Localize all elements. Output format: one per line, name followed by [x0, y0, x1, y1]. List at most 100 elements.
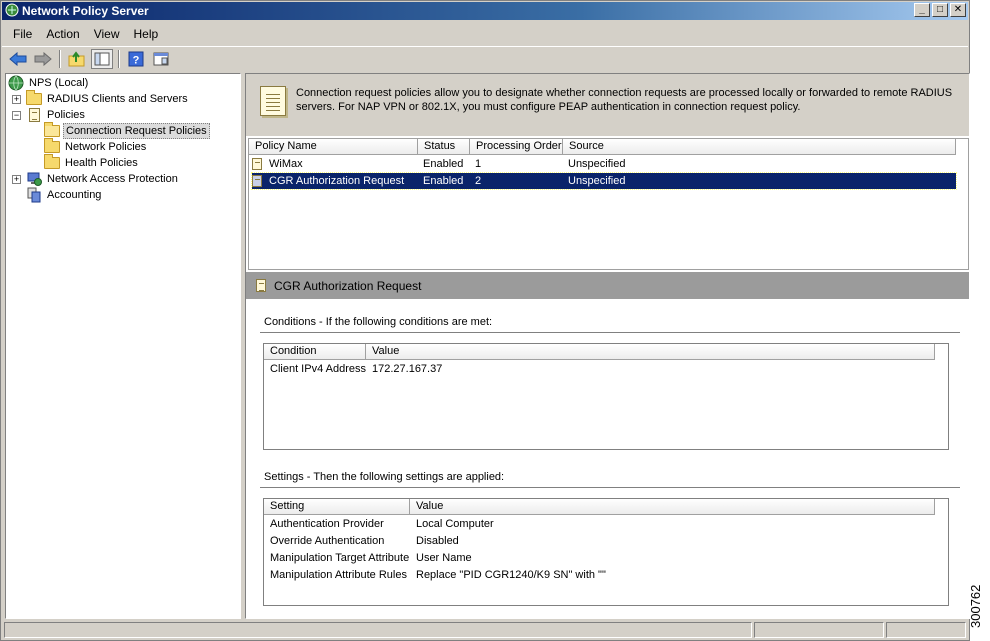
status-panel: [4, 622, 752, 638]
column-header-setting[interactable]: Setting: [264, 499, 410, 515]
condition-row[interactable]: Client IPv4 Address 172.27.167.37: [264, 360, 948, 377]
collapse-toggle[interactable]: −: [12, 111, 21, 120]
settings-grid: Setting Value Authentication Provider Lo…: [263, 498, 949, 606]
column-header-policy-name[interactable]: Policy Name: [249, 139, 418, 155]
nps-app-icon: [5, 3, 19, 20]
column-header-value[interactable]: Value: [410, 499, 935, 515]
forward-icon[interactable]: [32, 49, 54, 69]
setting-name: Manipulation Target Attribute: [270, 551, 410, 564]
tree-label: RADIUS Clients and Servers: [47, 93, 188, 105]
policy-document-icon: [26, 108, 42, 122]
figure-id: 300762: [968, 584, 983, 628]
details-title: CGR Authorization Request: [274, 278, 422, 293]
status-panel: [754, 622, 884, 638]
tree-item-network-policies[interactable]: Network Policies: [44, 138, 148, 155]
menu-file[interactable]: File: [6, 27, 39, 41]
column-header-value[interactable]: Value: [366, 344, 935, 360]
column-header-processing-order[interactable]: Processing Order: [470, 139, 563, 155]
maximize-button[interactable]: □: [932, 3, 948, 17]
setting-row[interactable]: Override Authentication Disabled: [264, 532, 948, 549]
tree-label: Accounting: [47, 189, 102, 201]
condition-name: Client IPv4 Address: [270, 362, 366, 375]
setting-value: Local Computer: [416, 517, 494, 530]
policy-status: Enabled: [423, 158, 464, 170]
policy-icon: [252, 157, 266, 171]
divider: [260, 487, 960, 489]
tree-label: Policies: [47, 109, 85, 121]
expand-toggle[interactable]: +: [12, 95, 21, 104]
policy-name: WiMax: [269, 158, 303, 170]
setting-value: User Name: [416, 551, 472, 564]
column-header-source[interactable]: Source: [563, 139, 956, 155]
setting-name: Manipulation Attribute Rules: [270, 568, 407, 581]
tree-label: NPS (Local): [29, 77, 89, 89]
tree-item-policies[interactable]: Policies: [26, 107, 87, 123]
minimize-button[interactable]: _: [914, 3, 930, 17]
policy-source: Unspecified: [568, 158, 626, 170]
tree-item-health-policies[interactable]: Health Policies: [44, 154, 140, 171]
result-pane: Connection request policies allow you to…: [245, 73, 970, 619]
policy-order: 1: [475, 158, 482, 170]
tree-item-radius-clients[interactable]: RADIUS Clients and Servers: [26, 90, 190, 107]
menu-help[interactable]: Help: [127, 27, 166, 41]
accounting-icon: [26, 187, 42, 203]
settings-heading: Settings - Then the following settings a…: [264, 471, 505, 483]
help-icon[interactable]: ?: [125, 49, 147, 69]
globe-server-icon: [8, 75, 24, 91]
policy-row-selected[interactable]: CGR Authorization Request Enabled 2 Unsp…: [251, 172, 957, 190]
tree-item-network-access-protection[interactable]: Network Access Protection: [26, 171, 180, 187]
policy-row[interactable]: WiMax Enabled 1 Unspecified: [252, 156, 956, 172]
window-title: Network Policy Server: [22, 4, 149, 18]
column-header-condition[interactable]: Condition: [264, 344, 366, 360]
policy-order: 2: [475, 175, 482, 187]
toolbar: ?: [2, 46, 968, 70]
tree-label: Connection Request Policies: [63, 123, 210, 139]
title-bar[interactable]: Network Policy Server _ □ ✕: [2, 2, 968, 20]
conditions-heading: Conditions - If the following conditions…: [264, 316, 493, 328]
policy-icon: [256, 279, 266, 292]
expand-toggle[interactable]: +: [12, 175, 21, 184]
status-bar: [2, 621, 968, 639]
folder-icon: [44, 154, 60, 170]
setting-row[interactable]: Authentication Provider Local Computer: [264, 515, 948, 532]
divider: [260, 332, 960, 334]
setting-name: Authentication Provider: [270, 517, 384, 530]
info-banner: Connection request policies allow you to…: [246, 74, 969, 136]
toolbar-separator: [59, 49, 61, 68]
policy-source: Unspecified: [568, 175, 626, 187]
policy-icon: [252, 174, 266, 188]
back-icon[interactable]: [7, 49, 29, 69]
tree-label: Network Access Protection: [47, 173, 178, 185]
show-hide-tree-icon[interactable]: [91, 48, 113, 69]
condition-value: 172.27.167.37: [372, 362, 443, 375]
menu-action[interactable]: Action: [39, 27, 86, 41]
conditions-grid: Condition Value Client IPv4 Address 172.…: [263, 343, 949, 450]
setting-row[interactable]: Manipulation Target Attribute User Name: [264, 549, 948, 566]
policy-list-header: Policy Name Status Processing Order Sour…: [249, 139, 968, 155]
conditions-grid-header: Condition Value: [264, 344, 948, 360]
properties-icon[interactable]: [150, 49, 172, 69]
setting-name: Override Authentication: [270, 534, 385, 547]
toolbar-separator: [118, 49, 120, 68]
info-text: Connection request policies allow you to…: [296, 87, 953, 113]
setting-value: Replace "PID CGR1240/K9 SN" with "": [416, 568, 606, 581]
tree-label: Network Policies: [65, 141, 147, 153]
tree-item-accounting[interactable]: Accounting: [26, 187, 103, 203]
details-pane: CGR Authorization Request Conditions - I…: [246, 272, 969, 618]
open-folder-icon: [44, 122, 60, 138]
close-button[interactable]: ✕: [950, 3, 966, 17]
menu-view[interactable]: View: [87, 27, 127, 41]
folder-icon: [26, 90, 42, 106]
policy-status: Enabled: [423, 175, 464, 187]
policy-scroll-icon: [260, 86, 286, 116]
policy-list: Policy Name Status Processing Order Sour…: [248, 138, 969, 270]
policy-name: CGR Authorization Request: [269, 175, 405, 187]
tree-root-nps-local[interactable]: NPS (Local): [8, 75, 90, 91]
main-window: Network Policy Server _ □ ✕ File Action …: [0, 0, 970, 641]
up-folder-icon[interactable]: [66, 49, 88, 69]
column-header-status[interactable]: Status: [418, 139, 470, 155]
setting-row[interactable]: Manipulation Attribute Rules Replace "PI…: [264, 566, 948, 583]
tree-label: Health Policies: [65, 157, 138, 169]
tree-item-connection-request-policies[interactable]: Connection Request Policies: [44, 122, 210, 139]
status-panel: [886, 622, 966, 638]
